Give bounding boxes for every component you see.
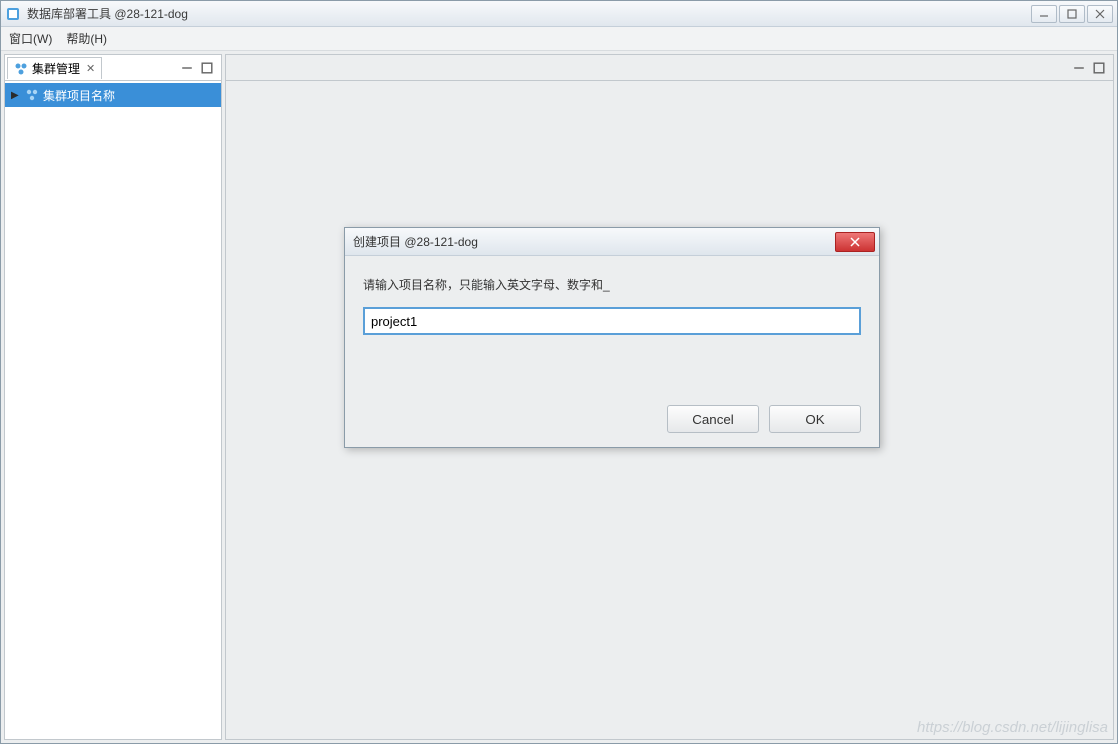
maximize-content-icon[interactable] [1093,62,1105,74]
dialog-prompt: 请输入项目名称，只能输入英文字母、数字和_ [363,276,861,293]
dialog-title: 创建项目 @28-121-dog [353,233,835,250]
pane-controls [181,62,219,74]
minimize-content-icon[interactable] [1073,62,1085,74]
dialog-body: 请输入项目名称，只能输入英文字母、数字和_ Cancel OK [345,256,879,447]
create-project-dialog: 创建项目 @28-121-dog 请输入项目名称，只能输入英文字母、数字和_ C… [344,227,880,448]
tab-close-icon[interactable]: ✕ [86,62,95,75]
maximize-pane-icon[interactable] [201,62,213,74]
expand-arrow-icon[interactable]: ▶ [11,90,21,101]
maximize-button[interactable] [1059,5,1085,23]
dialog-close-button[interactable] [835,232,875,252]
window-controls [1031,5,1113,23]
ok-button[interactable]: OK [769,405,861,433]
tab-label: 集群管理 [32,60,80,77]
tree-item-cluster-project[interactable]: ▶ 集群项目名称 [5,83,221,107]
content-tabs [226,55,1113,81]
window-title: 数据库部署工具 @28-121-dog [27,5,1031,22]
minimize-pane-icon[interactable] [181,62,193,74]
menu-window[interactable]: 窗口(W) [9,30,52,47]
dialog-titlebar: 创建项目 @28-121-dog [345,228,879,256]
tree-view: ▶ 集群项目名称 [5,81,221,739]
project-name-input[interactable] [363,307,861,335]
sidebar-pane: 集群管理 ✕ ▶ 集群项目名称 [4,54,222,740]
sidebar-tabs: 集群管理 ✕ [5,55,221,81]
cluster-icon [14,62,28,76]
main-titlebar: 数据库部署工具 @28-121-dog [1,1,1117,27]
menu-help[interactable]: 帮助(H) [66,30,107,47]
tab-cluster-mgmt[interactable]: 集群管理 ✕ [7,57,102,79]
menubar: 窗口(W) 帮助(H) [1,27,1117,51]
content-pane-controls [1073,62,1111,74]
minimize-button[interactable] [1031,5,1057,23]
cancel-button[interactable]: Cancel [667,405,759,433]
dialog-buttons: Cancel OK [363,405,861,433]
project-icon [25,88,39,102]
close-button[interactable] [1087,5,1113,23]
app-icon [5,6,21,22]
tree-item-label: 集群项目名称 [43,87,115,104]
